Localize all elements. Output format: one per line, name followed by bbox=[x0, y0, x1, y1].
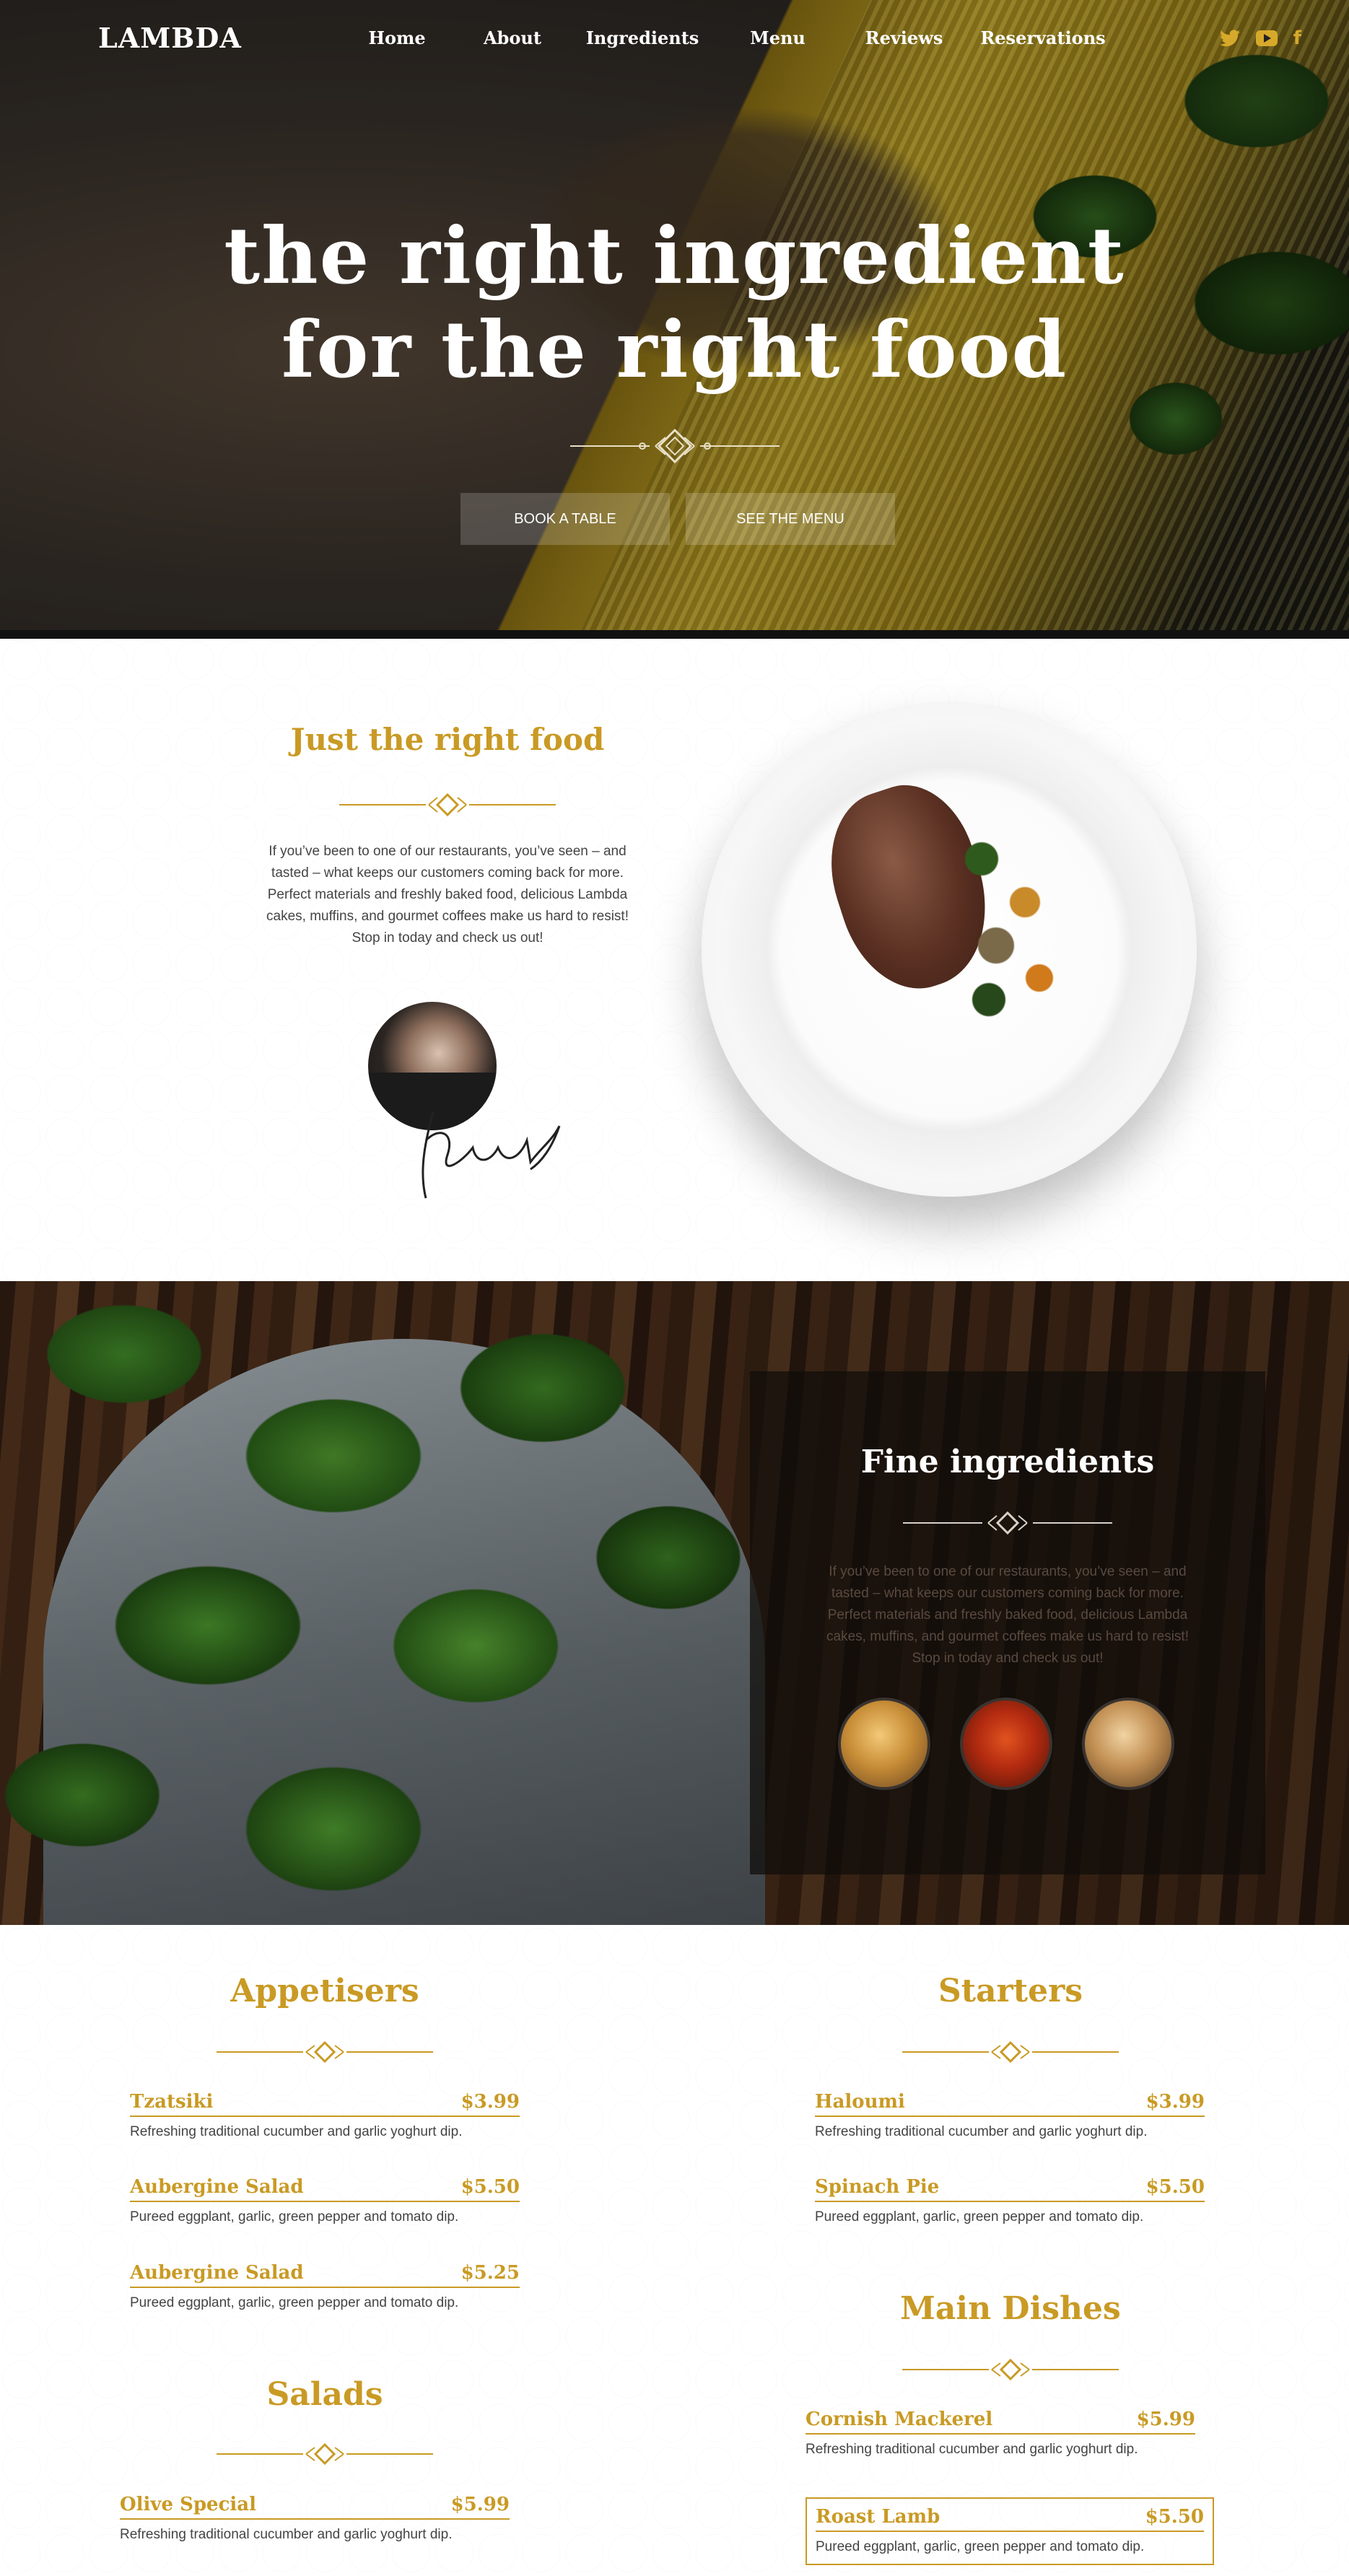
menu-item[interactable]: Tzatsiki $3.99 Refreshing traditional cuc… bbox=[130, 2091, 520, 2140]
youtube-icon[interactable] bbox=[1255, 30, 1278, 46]
hero-title: the right ingredient for the right food bbox=[224, 211, 1125, 396]
bread-ingredient-image bbox=[1082, 1698, 1174, 1790]
ornament-divider-icon bbox=[339, 793, 556, 817]
menu-title-starters: Starters bbox=[938, 1973, 1083, 2009]
ornament-divider-icon bbox=[902, 2040, 1119, 2064]
ornament-divider-icon bbox=[217, 2442, 433, 2466]
site-logo[interactable]: LAMBDA bbox=[98, 22, 242, 54]
ingredients-text: If you’ve been to one of our restaurants… bbox=[826, 1564, 1189, 1666]
signature-image bbox=[422, 1111, 561, 1199]
menu-title-appetisers: Appetisers bbox=[230, 1973, 419, 2009]
menu-section bbox=[0, 1925, 1349, 2576]
about-title: Just the right food bbox=[290, 722, 605, 757]
menu-item[interactable]: Haloumi $3.99 Refreshing traditional cucu… bbox=[815, 2091, 1205, 2140]
menu-item[interactable]: Cornish Mackerel $5.99 Refreshing traditi… bbox=[806, 2409, 1195, 2458]
facebook-icon[interactable]: f bbox=[1293, 27, 1301, 49]
menu-item[interactable]: Spinach Pie $5.50 Pureed eggplant, garlic… bbox=[815, 2176, 1205, 2225]
ornament-divider-icon bbox=[902, 2358, 1119, 2381]
ornament-divider-icon bbox=[217, 2040, 433, 2064]
nav-reservations[interactable]: Reservations bbox=[967, 27, 1119, 48]
menu-item[interactable]: Aubergine Salad $5.25 Pureed eggplant, ga… bbox=[130, 2262, 520, 2311]
menu-title-salads: Salads bbox=[266, 2376, 383, 2413]
ornament-divider-icon bbox=[903, 1511, 1112, 1535]
nav-links: Home About Ingredients Menu Reviews Rese… bbox=[339, 27, 1119, 48]
nav-menu[interactable]: Menu bbox=[715, 27, 841, 48]
menu-item[interactable]: Olive Special $5.99 Refreshing traditiona… bbox=[120, 2494, 510, 2543]
menu-item[interactable]: Aubergine Salad $5.50 Pureed eggplant, ga… bbox=[130, 2176, 520, 2225]
social-links: f bbox=[1219, 27, 1301, 49]
menu-title-main-dishes: Main Dishes bbox=[900, 2290, 1121, 2327]
nav-about[interactable]: About bbox=[455, 27, 570, 48]
twitter-icon[interactable] bbox=[1219, 30, 1240, 47]
paprika-ingredient-image bbox=[960, 1698, 1052, 1790]
book-table-button[interactable]: BOOK A TABLE bbox=[460, 493, 670, 545]
about-text: If you’ve been to one of our restaurants… bbox=[266, 844, 629, 946]
nav-ingredients[interactable]: Ingredients bbox=[570, 27, 715, 48]
nav-home[interactable]: Home bbox=[339, 27, 455, 48]
ingredients-title: Fine ingredients bbox=[860, 1444, 1155, 1480]
menu-item-highlighted[interactable]: Roast Lamb $5.50 Pureed eggplant, garlic,… bbox=[806, 2497, 1214, 2565]
nav-reviews[interactable]: Reviews bbox=[841, 27, 967, 48]
main-nav: LAMBDA Home About Ingredients Menu Revie… bbox=[0, 0, 1349, 79]
see-menu-button[interactable]: SEE THE MENU bbox=[686, 493, 895, 545]
wheat-ingredient-image bbox=[838, 1698, 930, 1790]
ornament-divider-icon bbox=[570, 428, 780, 464]
